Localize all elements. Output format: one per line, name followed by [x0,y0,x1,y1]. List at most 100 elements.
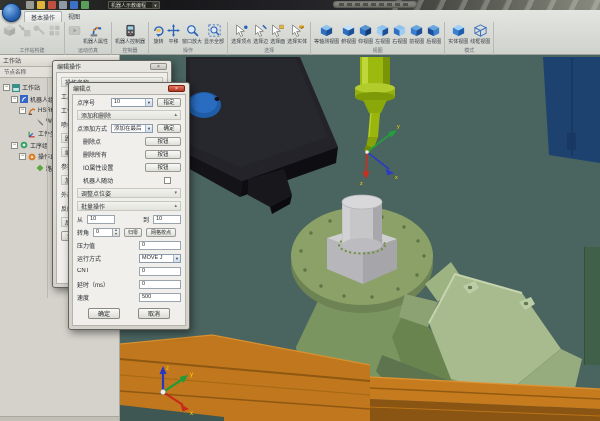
iso-view-button[interactable]: 等轴测视图 [313,23,340,46]
add-confirm-button[interactable]: 确定 [157,124,181,134]
delete-all-button[interactable]: 按钮 [145,150,181,160]
ribbon-group-label: 模式 [447,48,491,55]
select-vertex-button[interactable]: 选择顶点 [230,23,252,46]
top-view-button[interactable]: 俯视图 [340,23,357,46]
device-library-button [47,23,62,38]
section-add-delete[interactable]: 添加和删除 ▴ [77,110,181,120]
corner-angle-label: 转角 [77,228,89,237]
cnt-input[interactable] [139,267,181,276]
from-input[interactable] [87,215,115,224]
rotate-button[interactable]: 旋转 [151,23,166,46]
spinner-arrows-icon[interactable]: ▲▼ [113,228,120,237]
program-mode-combo[interactable]: 机器人示教编程 ▼ [108,1,160,9]
edit-point-dialog-titlebar[interactable]: 编辑点 × [69,83,189,94]
robot-controller-button[interactable]: 机器人控制器 [114,23,146,46]
corner-angle-input[interactable] [93,228,113,237]
close-icon[interactable]: × [168,85,185,92]
tree-expander-icon[interactable]: − [19,153,26,160]
io-settings-row: IO属性设置 按钮 [77,162,181,173]
help-icon[interactable] [81,1,89,9]
zoom-window-button[interactable]: 窗口放大 [181,23,203,46]
section-adjust-pose[interactable]: 调整点位姿 ▾ [77,188,181,198]
robot-controller-icon [124,24,137,37]
right-view-button[interactable]: 右视图 [391,23,408,46]
ribbon-button-label: 仰视图 [358,38,373,45]
new-station-icon [3,24,16,37]
robot-properties-button[interactable]: 机器人属性 [82,23,109,46]
tree-column-divider [47,78,48,298]
robot-follow-checkbox[interactable] [164,177,171,184]
ribbon-group-station-build: 工作站构建 [0,22,65,55]
robot-follow-label: 机器人随动 [77,176,164,185]
cnt-label: CNT [77,268,139,274]
select-vertex-icon [235,24,248,37]
viewport-3d[interactable]: z y x [120,55,600,421]
tree-expander-icon[interactable]: − [11,142,18,149]
pressure-input[interactable] [139,241,181,250]
save-icon[interactable] [48,1,56,9]
tab-inactive[interactable]: 视图 [62,11,86,22]
left-view-icon [376,24,389,37]
bottom-view-button[interactable]: 仰视图 [357,23,374,46]
point-number-combo[interactable]: 10 ▼ [111,98,153,107]
select-solid-button[interactable]: 选择实体 [286,23,308,46]
add-mode-combo[interactable]: 添加在最后 ▼ [111,124,153,133]
to-input[interactable] [153,215,181,224]
ribbon-group-label: 操作 [151,48,225,55]
tree-expander-icon[interactable]: − [19,107,26,114]
speed-row: 速度 [77,292,181,303]
select-edge-button[interactable]: 选择边 [252,23,269,46]
device-library-icon [48,24,61,37]
open-icon[interactable] [37,1,45,9]
tree-expander-icon[interactable]: − [11,96,18,103]
ribbon-button-label: 机器人控制器 [115,38,145,45]
window-title-pill [333,1,417,8]
undo-icon[interactable] [70,1,78,9]
workpiece-cylinder [342,195,382,252]
pick-point-button[interactable]: 指定 [157,98,181,108]
ribbon-group-views: 等轴测视图俯视图仰视图左视图右视图前视图后视图视图 [311,22,445,55]
ribbon-group-mode: 实体视图线框视图模式 [445,22,494,55]
dialog-buttons: 确定 取消 [77,308,181,319]
motion-mode-label: 运行方式 [77,254,139,263]
delete-point-label: 删除点 [77,137,145,146]
back-view-button[interactable]: 后视图 [425,23,442,46]
station-node-icon [12,84,20,92]
zero-button[interactable]: 归零 [124,228,142,238]
solid-view-button[interactable]: 实体视图 [447,23,469,46]
tool-library-icon [33,24,46,37]
section-batch-operation[interactable]: 批量操作 ▴ [77,201,181,211]
speed-input[interactable] [139,293,181,302]
chevron-down-icon[interactable]: ▼ [152,2,159,8]
edit-operation-dialog-titlebar[interactable]: 编辑操作 × [53,61,171,72]
grid-calibrate-button[interactable]: 网格校点 [146,228,176,238]
application-menu-button[interactable] [2,3,21,22]
tab-active[interactable]: 基本操作 [24,11,62,22]
window-title-text [339,3,411,6]
fit-view-button[interactable]: 显示全部 [203,23,225,46]
tree-expander-icon[interactable]: − [3,84,10,91]
cancel-button[interactable]: 取消 [138,308,170,319]
program-mode-combo-value: 机器人示教编程 [109,2,152,9]
ok-button[interactable]: 确定 [88,308,120,319]
corner-angle-spinner[interactable]: ▲▼ [93,228,120,237]
left-view-button[interactable]: 左视图 [374,23,391,46]
print-icon[interactable] [59,1,67,9]
tree-node-label: 机器人组 [30,95,54,104]
pan-button[interactable]: 平移 [166,23,181,46]
delay-input[interactable] [139,280,181,289]
wireframe-view-button[interactable]: 线框视图 [469,23,491,46]
select-face-button[interactable]: 选择面 [269,23,286,46]
edit-point-dialog: 编辑点 × 点序号 10 ▼ 指定 添加和删除 ▴ 点添加方式 添加在最后 [68,82,190,330]
chevron-down-icon: ▼ [145,99,152,106]
chevron-down-icon: ▼ [145,125,152,132]
ribbon-group-label: 运动仿真 [67,48,109,55]
front-view-button[interactable]: 前视图 [408,23,425,46]
table-hole [215,97,220,101]
delete-point-button[interactable]: 按钮 [145,137,181,147]
new-icon[interactable] [26,1,34,9]
motion-mode-combo[interactable]: MOVE J ▼ [139,254,181,263]
io-settings-button[interactable]: 按钮 [145,163,181,173]
close-icon[interactable]: × [150,63,167,70]
tree-node-label: 工序组 [30,141,48,150]
